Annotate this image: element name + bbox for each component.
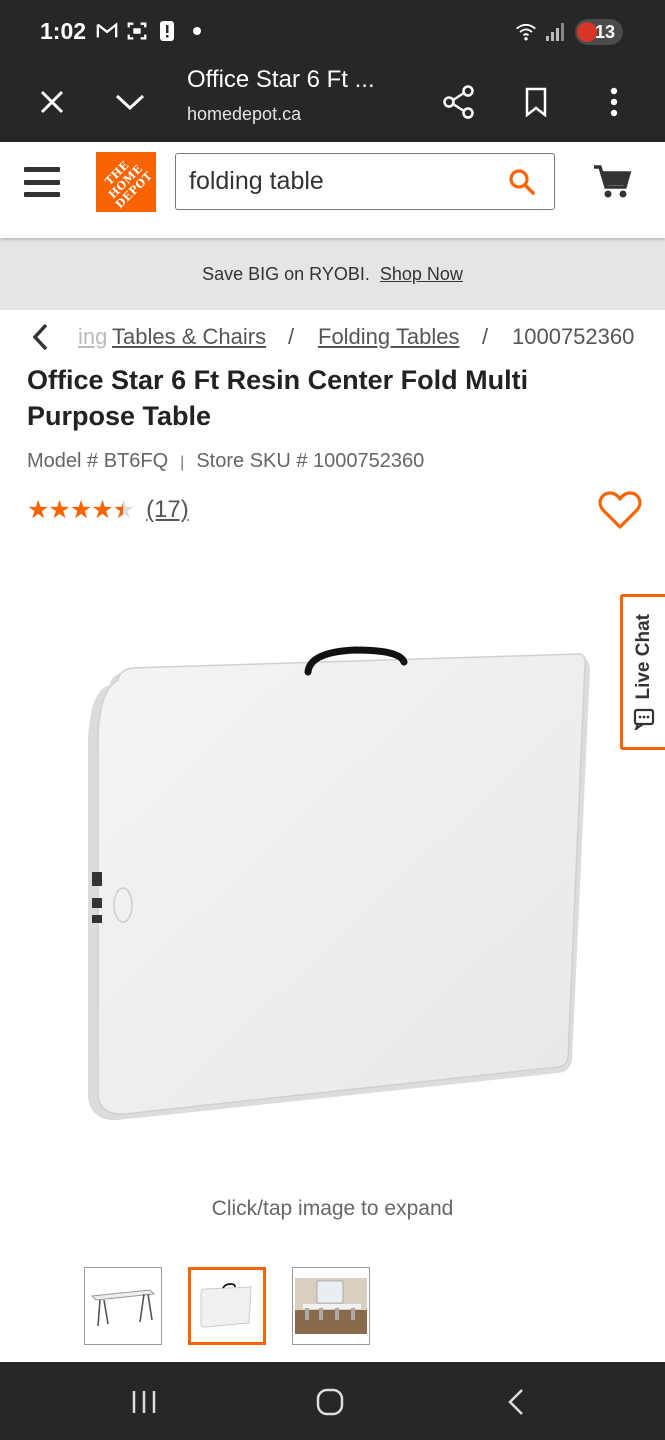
chat-icon (633, 708, 655, 732)
alert-icon (156, 20, 178, 42)
search-icon[interactable] (498, 158, 546, 206)
breadcrumb-faded[interactable]: ing (78, 324, 107, 350)
search-query[interactable]: folding table (189, 167, 498, 196)
table-open-thumbnail[interactable] (84, 1267, 162, 1345)
product-rating[interactable]: ★★★★★ ★★★★★ (17) (27, 492, 189, 528)
meta-separator: | (180, 454, 185, 471)
browser-url[interactable]: homedepot.ca (187, 104, 301, 125)
breadcrumb-tables-chairs[interactable]: Tables & Chairs (112, 324, 266, 350)
back-icon[interactable] (496, 1382, 536, 1422)
wifi-icon (515, 21, 537, 43)
recent-apps-icon[interactable] (124, 1382, 164, 1422)
menu-icon[interactable] (24, 164, 60, 200)
thumbnail-strip (84, 1267, 370, 1345)
close-icon[interactable] (28, 78, 76, 126)
promo-text: Save BIG on RYOBI. (202, 263, 370, 284)
product-title: Office Star 6 Ft Resin Center Fold Multi… (27, 362, 627, 434)
share-icon[interactable] (435, 78, 483, 126)
product-image[interactable] (70, 630, 610, 1150)
breadcrumb-current: 1000752360 (512, 324, 635, 349)
browser-page-title[interactable]: Office Star 6 Ft ... (187, 66, 375, 94)
promo-banner: Save BIG on RYOBI. Shop Now (0, 238, 665, 310)
status-time: 1:02 (40, 18, 87, 44)
status-bar: 1:02 13 (0, 0, 665, 64)
review-count[interactable]: (17) (146, 496, 189, 524)
browser-toolbar: Office Star 6 Ft ... homedepot.ca (0, 64, 665, 142)
battery-indicator: 13 (575, 19, 623, 45)
cart-icon[interactable] (592, 164, 632, 200)
breadcrumb-folding-tables[interactable]: Folding Tables (318, 324, 459, 350)
expand-hint: Click/tap image to expand (211, 1197, 454, 1220)
table-room-thumbnail[interactable] (292, 1267, 370, 1345)
store-sku: Store SKU # 1000752360 (196, 450, 425, 472)
model-number: Model # BT6FQ (27, 450, 169, 472)
live-chat-button[interactable]: Live Chat (620, 594, 665, 750)
search-input[interactable]: folding table (175, 153, 555, 210)
gmail-icon (96, 20, 118, 42)
system-nav-bar (0, 1362, 665, 1440)
home-icon[interactable] (310, 1382, 350, 1422)
site-header: THE HOME DEPOT folding table (0, 142, 665, 238)
breadcrumb: ing Tables & Chairs / Folding Tables / 1… (0, 318, 665, 358)
live-chat-label: Live Chat (633, 614, 654, 700)
shop-now-link[interactable]: Shop Now (380, 264, 463, 285)
signal-icon (545, 21, 567, 43)
table-folded-thumbnail[interactable] (188, 1267, 266, 1345)
dot-icon (186, 20, 208, 42)
breadcrumb-separator: / (288, 324, 295, 349)
bookmark-icon[interactable] (512, 78, 560, 126)
breadcrumb-separator: / (482, 324, 489, 349)
heart-icon[interactable] (598, 490, 642, 530)
screenshot-icon (126, 20, 148, 42)
home-depot-logo[interactable]: THE HOME DEPOT (96, 152, 156, 212)
product-identifiers: Model # BT6FQ | Store SKU # 1000752360 (27, 450, 424, 473)
star-rating-icon: ★★★★★ ★★★★★ (27, 496, 135, 524)
chevron-down-icon[interactable] (106, 78, 154, 126)
product-brand: Office Star (27, 365, 164, 395)
chevron-left-icon[interactable] (26, 322, 56, 352)
more-options-icon[interactable] (590, 78, 638, 126)
